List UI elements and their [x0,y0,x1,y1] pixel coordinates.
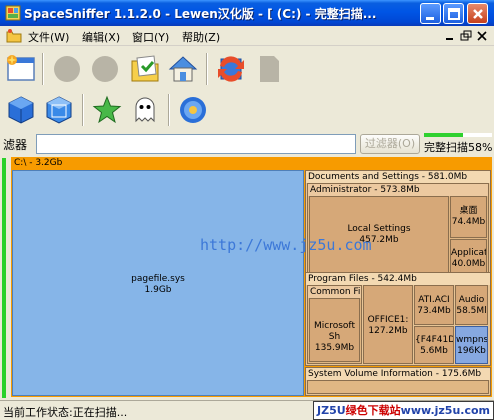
scan-progress-bar [424,133,492,137]
toolbar-separator [206,53,208,85]
filter-row: 滤器 过滤器(O) [0,132,494,156]
blue-cube-outline-icon[interactable] [42,93,76,127]
treemap-cell-documents[interactable]: Documents and Settings - 581.0Mb Adminis… [305,170,491,281]
menu-help[interactable]: 帮助(Z) [182,29,220,45]
flower-gear-icon[interactable] [176,93,210,127]
treemap-cell-administrator[interactable]: Administrator - 573.8Mb Local Settings 4… [307,183,489,280]
cell-name: pagefile.sys [131,274,185,284]
badge-part2: 绿色下载站 [345,404,401,417]
badge-part1: JZ5U [317,404,346,417]
close-icon [473,9,483,19]
site-badge: JZ5U绿色下载站www.jz5u.com [313,401,494,420]
disabled-circle-icon[interactable] [88,52,122,86]
app-icon [5,5,21,21]
disabled-circle-icon[interactable] [50,52,84,86]
refresh-icon[interactable] [214,52,248,86]
treemap-cell-system-volume[interactable]: System Volume Information - 175.6Mb [305,367,491,396]
cell-size: 40.0Mb [451,259,486,269]
treemap-cell-desktop[interactable]: 桌面 74.4Mb [450,196,487,238]
cell-name: Local Settings [347,224,411,234]
treemap-cell-ati[interactable]: ATI.ACI 73.4Mb [414,285,454,325]
cell-size: 1.9Gb [144,285,172,295]
mdi-minimize-icon[interactable] [444,30,456,42]
scan-status-label: 完整扫描58% [424,141,493,154]
blue-cube-icon[interactable] [4,93,38,127]
treemap-root[interactable]: pagefile.sys 1.9Gb Documents and Setting… [11,169,492,397]
scan-progress-fill [424,133,464,137]
badge-part3: www.jz5u.com [400,404,490,417]
cell-name: 桌面 [459,206,478,216]
scan-activity-bar [2,158,6,398]
watermark-url: http://www.jz5u.com [200,236,372,254]
cell-size: 73.4Mb [417,306,451,316]
open-folder-icon[interactable] [128,52,162,86]
cell-header: Common File [308,286,361,298]
cell-name: OFFICE1: [367,315,409,325]
menu-file[interactable]: 文件(W) [28,29,69,45]
toolbar-separator [168,94,170,126]
cell-size: 135.9Mb [314,343,355,353]
treemap-cell-audio[interactable]: Audio 58.5Ml [455,285,488,325]
filter-input[interactable] [36,134,356,154]
toolbar-main [0,47,494,91]
cell-name: Audio [458,295,485,305]
new-window-icon[interactable] [4,52,38,86]
cell-size: 127.2Mb [368,326,408,336]
treemap-cell-common-files[interactable]: Common File Microsoft Sh 135.9Mb [307,285,362,364]
menu-bar: 文件(W) 编辑(X) 窗口(Y) 帮助(Z) [0,26,494,46]
cell-name: Applicat [451,248,487,258]
mdi-close-icon[interactable] [476,30,488,42]
cell-header: System Volume Information - 175.6Mb [306,368,490,380]
home-icon[interactable] [166,52,200,86]
treemap-cell-office[interactable]: OFFICE1: 127.2Mb [363,285,413,364]
treemap-cell-f4f41d[interactable]: {F4F41D 5.6Mb [414,326,454,364]
star-icon[interactable] [90,93,124,127]
toolbar-secondary [0,88,494,132]
window-title: SpaceSniffer 1.1.2.0 - Lewen汉化版 - [ (C:)… [24,7,377,21]
treemap-cell-svi-content[interactable] [307,380,489,394]
cell-name: ATI.ACI [418,295,450,305]
cell-name: {F4F41D [415,335,454,345]
title-bar[interactable]: SpaceSniffer 1.1.2.0 - Lewen汉化版 - [ (C:)… [0,0,494,26]
mdi-restore-icon[interactable] [460,30,472,42]
toolbar-separator [42,53,44,85]
document-icon[interactable] [252,52,286,86]
filter-button[interactable]: 过滤器(O) [360,134,420,154]
treemap-cell-microsoft-shared[interactable]: Microsoft Sh 135.9Mb [309,298,360,362]
toolbar-separator [82,94,84,126]
folder-icon[interactable] [6,28,22,44]
filter-label: 滤器 [3,138,28,152]
treemap-root-header[interactable]: C:\ - 3.2Gb [11,157,492,169]
treemap-cell-wmpns[interactable]: wmpns 196Kb [455,326,488,364]
menu-edit[interactable]: 编辑(X) [82,29,120,45]
ghost-icon[interactable] [128,93,162,127]
menu-window[interactable]: 窗口(Y) [132,29,169,45]
cell-size: 196Kb [457,346,486,356]
minimize-button[interactable] [420,3,441,24]
cell-name: Microsoft Sh [314,321,355,342]
cell-header: Program Files - 542.4Mb [306,273,490,285]
close-button[interactable] [467,3,488,24]
status-text: 当前工作状态:正在扫描... [3,406,128,419]
cell-size: 58.5Ml [456,306,487,316]
cell-size: 74.4Mb [451,217,486,227]
cell-header: Administrator - 573.8Mb [308,184,488,196]
maximize-button[interactable] [443,3,464,24]
treemap-cell-program-files[interactable]: Program Files - 542.4Mb Common File Micr… [305,272,491,366]
cell-header: Documents and Settings - 581.0Mb [306,171,490,183]
cell-name: wmpns [456,335,488,345]
maximize-icon [448,8,460,20]
cell-size: 5.6Mb [420,346,448,356]
minimize-icon [426,17,434,20]
treemap-cell-pagefile[interactable]: pagefile.sys 1.9Gb [12,170,304,396]
